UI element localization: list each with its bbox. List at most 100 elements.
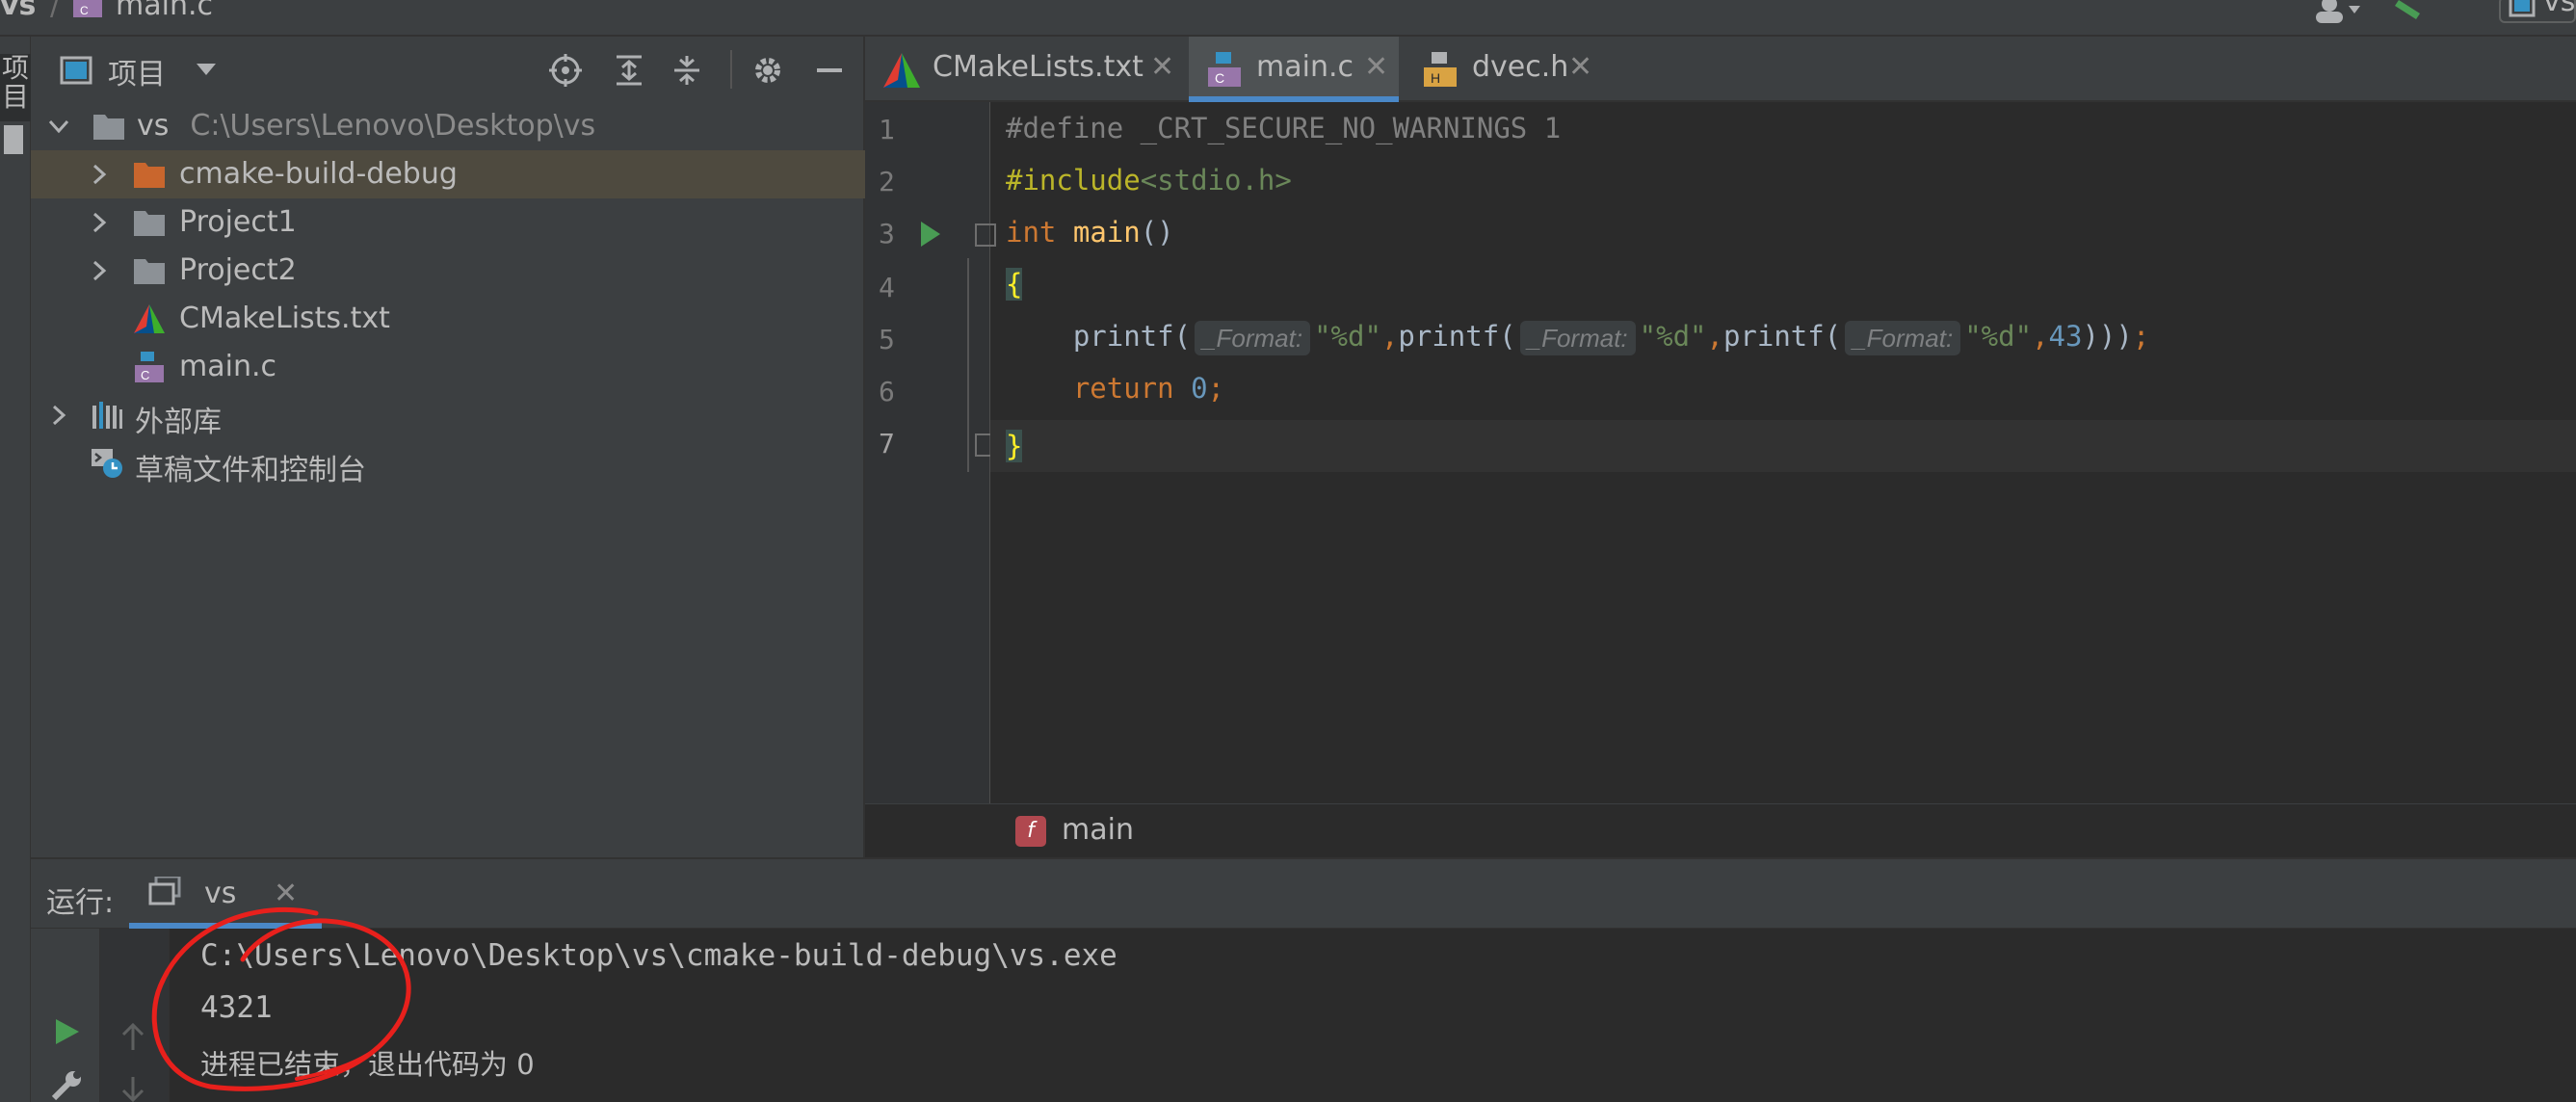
tree-item-path: C:\Users\Lenovo\Desktop\vs <box>190 109 596 143</box>
chevron-right-icon[interactable] <box>46 403 71 428</box>
printf-call: printf( <box>1072 320 1192 353</box>
tree-item-external-libraries[interactable]: 外部库 <box>31 391 865 439</box>
tab-label: main.c <box>1256 50 1354 84</box>
function-icon: f <box>1015 816 1046 847</box>
hide-panel-icon[interactable] <box>813 54 846 87</box>
fold-marker-icon[interactable] <box>975 223 996 247</box>
code-line-6: return 0; <box>1006 362 1224 414</box>
run-gutter-icon[interactable] <box>921 222 940 247</box>
preprocessor-directive: #include <box>1006 164 1141 197</box>
tab-main-c[interactable]: C main.c ✕ <box>1189 37 1399 102</box>
current-line-highlight <box>990 420 2576 472</box>
arrow-down-icon[interactable] <box>119 1075 146 1102</box>
number-literal: 43 <box>2048 320 2083 353</box>
toolbar-divider <box>730 50 732 89</box>
folder-orange-icon <box>134 163 165 188</box>
tree-item-project1[interactable]: Project1 <box>31 198 865 247</box>
cmake-icon <box>883 53 920 88</box>
close-icon[interactable]: ✕ <box>274 877 298 910</box>
comma: , <box>1380 320 1399 353</box>
tab-dvec-h[interactable]: H dvec.h ✕ <box>1405 37 1607 102</box>
build-hammer-icon[interactable] <box>2395 0 2424 23</box>
nav-crumb-file[interactable]: main.c <box>116 0 213 22</box>
type-keyword: int <box>1006 216 1057 249</box>
chevron-right-icon[interactable] <box>87 162 112 187</box>
tab-label: dvec.h <box>1472 50 1569 84</box>
config-icon <box>2509 0 2536 17</box>
folder-icon <box>134 211 165 236</box>
tab-cmakelists[interactable]: CMakeLists.txt ✕ <box>865 37 1183 102</box>
line-number: 5 <box>879 324 895 355</box>
line-number: 1 <box>879 114 895 145</box>
tree-item-cmakelists[interactable]: CMakeLists.txt <box>31 295 865 343</box>
format-string: "%d" <box>1314 320 1381 353</box>
include-header: <stdio.h> <box>1140 164 1292 197</box>
chevron-down-icon[interactable] <box>195 60 218 79</box>
h-file-icon: H <box>1424 52 1457 87</box>
line-number: 4 <box>879 272 895 303</box>
tree-item-label: CMakeLists.txt <box>179 302 390 335</box>
tree-item-main-c[interactable]: C main.c <box>31 343 865 391</box>
project-panel-header: 项目 <box>31 37 865 104</box>
line-number: 2 <box>879 166 895 197</box>
editor-gutter: 1 2 3 4 5 6 7 <box>865 102 996 803</box>
collapse-all-icon[interactable] <box>670 54 703 87</box>
tree-item-label: Project2 <box>179 253 297 287</box>
svg-text:C: C <box>80 4 89 17</box>
chevron-right-icon[interactable] <box>87 210 112 235</box>
arrow-up-icon[interactable] <box>119 1021 146 1052</box>
chevron-down-icon[interactable] <box>46 114 71 139</box>
tree-item-root[interactable]: vs C:\Users\Lenovo\Desktop\vs <box>31 102 865 150</box>
left-tool-strip: 项目 <box>0 37 31 1102</box>
locate-target-icon[interactable] <box>549 54 582 87</box>
wrench-icon[interactable] <box>50 1067 85 1102</box>
run-config-selector[interactable]: vs <box>2499 0 2576 23</box>
chevron-right-icon[interactable] <box>87 258 112 283</box>
open-brace: { <box>1006 268 1023 301</box>
editor-tab-bar: CMakeLists.txt ✕ C main.c ✕ H dvec.h ✕ <box>865 37 2576 102</box>
tree-item-label: 外部库 <box>135 406 222 439</box>
tree-item-label: vs <box>137 109 170 143</box>
expand-all-icon[interactable] <box>613 54 645 87</box>
tree-item-label: Project1 <box>179 205 297 239</box>
gear-icon[interactable] <box>751 54 784 87</box>
format-string: "%d" <box>1639 320 1707 353</box>
number-literal: 0 <box>1191 372 1208 405</box>
code-editor[interactable]: 1 2 3 4 5 6 7 #define _CRT_SECURE_NO_WAR… <box>865 102 2576 803</box>
close-icon[interactable]: ✕ <box>1150 50 1174 84</box>
project-view-icon <box>60 56 92 85</box>
folder-icon <box>93 115 124 140</box>
structure-tool-icon[interactable] <box>4 125 23 154</box>
parameter-hint: _Format: <box>1519 321 1636 355</box>
tree-item-label: cmake-build-debug <box>179 157 458 191</box>
closing-parens: ))) <box>2082 320 2133 353</box>
nav-crumb-project[interactable]: vs <box>0 0 36 22</box>
run-panel: 运行: vs ✕ C:\Users\Lenovo\Desktop\vs\cmak… <box>31 857 2576 1102</box>
project-panel-title[interactable]: 项目 <box>108 50 166 92</box>
close-icon[interactable]: ✕ <box>1568 50 1592 84</box>
folder-icon <box>134 259 165 284</box>
tree-item-cmake-build-debug[interactable]: cmake-build-debug <box>31 150 865 198</box>
c-file-icon: C <box>73 0 102 17</box>
editor-breadcrumb: f main <box>865 803 2576 857</box>
console-icon <box>148 877 181 905</box>
run-tab-vs[interactable]: vs ✕ <box>129 859 322 929</box>
rerun-icon[interactable] <box>54 1017 81 1046</box>
run-tab-label: vs <box>204 877 237 910</box>
parens: () <box>1140 216 1174 249</box>
user-icon[interactable] <box>2312 0 2362 23</box>
tree-item-scratches[interactable]: 草稿文件和控制台 <box>31 439 865 487</box>
define-body: _CRT_SECURE_NO_WARNINGS 1 <box>1123 112 1562 144</box>
close-brace: } <box>1006 430 1023 462</box>
tree-item-project2[interactable]: Project2 <box>31 247 865 295</box>
parameter-hint: _Format: <box>1845 321 1961 355</box>
nav-separator: / <box>50 0 61 22</box>
c-file-icon: C <box>1208 52 1241 87</box>
breadcrumb-item-main[interactable]: main <box>1062 813 1134 847</box>
line-number: 3 <box>879 218 895 249</box>
close-icon[interactable]: ✕ <box>1364 50 1388 84</box>
cmake-icon <box>134 304 165 333</box>
project-tool-tab[interactable]: 项目 <box>0 54 31 121</box>
